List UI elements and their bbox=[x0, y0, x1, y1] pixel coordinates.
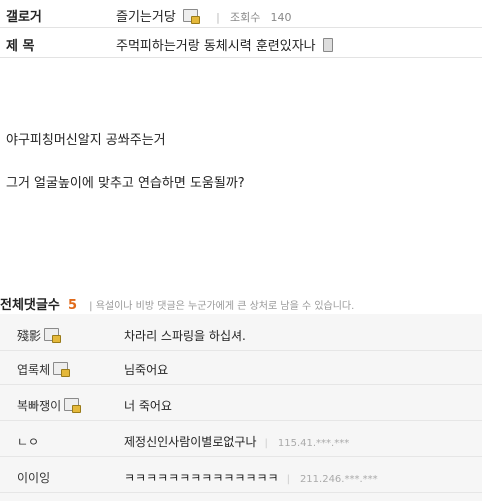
comment-item: 엽록체 님죽어요 bbox=[0, 353, 482, 385]
post-meta-row: 갤로거 즐기는거당 | 조회수 140 bbox=[0, 0, 482, 28]
comment-item: 殘影 차라리 스파링을 하십셔. bbox=[0, 319, 482, 351]
gallog-badge-icon[interactable] bbox=[64, 398, 82, 413]
comment-item: ㄴㅇ 제정신인사람이별로없구나 | 115.41.***.*** bbox=[0, 425, 482, 457]
views-label: 조회수 bbox=[229, 11, 261, 24]
comment-text: ㅋㅋㅋㅋㅋㅋㅋㅋㅋㅋㅋㅋㅋㅋ | 211.246.***.*** bbox=[124, 471, 378, 485]
gallog-badge-icon[interactable] bbox=[44, 328, 62, 343]
comment-text: 제정신인사람이별로없구나 | 115.41.***.*** bbox=[124, 435, 350, 449]
comment-author[interactable]: 이이잉 bbox=[17, 469, 50, 486]
comments-count-label: 전체댓글수 bbox=[0, 298, 60, 313]
comment-author[interactable]: 殘影 bbox=[17, 327, 62, 344]
comments-count: 5 bbox=[67, 298, 77, 313]
post-page: 갤로거 즐기는거당 | 조회수 140 제 목 주먹피하는거랑 동체시력 훈련있… bbox=[0, 0, 482, 501]
comment-ip: 211.246.***.*** bbox=[299, 474, 378, 485]
post-title-row: 제 목 주먹피하는거랑 동체시력 훈련있자나 bbox=[0, 28, 482, 58]
comment-text: 너 죽어요 bbox=[124, 399, 172, 413]
comment-text: 차라리 스파링을 하십셔. bbox=[124, 329, 246, 343]
post-title: 주먹피하는거랑 동체시력 훈련있자나 bbox=[116, 35, 333, 54]
comments-header: 전체댓글수 5 | 욕설이나 비방 댓글은 누군가에게 큰 상처로 남을 수 있… bbox=[0, 294, 482, 313]
divider: | bbox=[216, 11, 220, 24]
comment-item: 복빠쟁이 너 죽어요 bbox=[0, 389, 482, 421]
comment-text: 님죽어요 bbox=[124, 363, 169, 377]
comment-author[interactable]: ㄴㅇ bbox=[17, 433, 39, 450]
post-body-line-1: 야구피칭머신알지 공쏴주는거 bbox=[6, 133, 166, 148]
title-label: 제 목 bbox=[6, 39, 35, 54]
mobile-icon bbox=[322, 38, 333, 52]
gallog-badge-icon[interactable] bbox=[182, 9, 200, 24]
ip-divider: | bbox=[286, 474, 290, 485]
author-name[interactable]: 즐기는거당 bbox=[116, 10, 176, 25]
comment-ip: 115.41.***.*** bbox=[277, 438, 350, 449]
views-count: 140 bbox=[270, 11, 292, 24]
comment-author[interactable]: 복빠쟁이 bbox=[17, 397, 82, 414]
post-title-text: 주먹피하는거랑 동체시력 훈련있자나 bbox=[116, 39, 316, 54]
post-body-line-2: 그거 얼굴높이에 맞추고 연습하면 도움될까? bbox=[6, 176, 245, 191]
comment-author[interactable]: 엽록체 bbox=[17, 361, 71, 378]
gallog-label: 갤로거 bbox=[6, 10, 42, 25]
comment-list: 殘影 차라리 스파링을 하십셔. 엽록체 님죽어요 복빠쟁이 너 죽어요 ㄴㅇ … bbox=[0, 314, 482, 501]
ip-divider: | bbox=[264, 438, 268, 449]
comments-notice: | 욕설이나 비방 댓글은 누군가에게 큰 상처로 남을 수 있습니다. bbox=[89, 301, 355, 312]
comment-item: 이이잉 ㅋㅋㅋㅋㅋㅋㅋㅋㅋㅋㅋㅋㅋㅋ | 211.246.***.*** bbox=[0, 461, 482, 493]
post-meta: 즐기는거당 | 조회수 140 bbox=[116, 6, 291, 25]
gallog-badge-icon[interactable] bbox=[53, 362, 71, 377]
